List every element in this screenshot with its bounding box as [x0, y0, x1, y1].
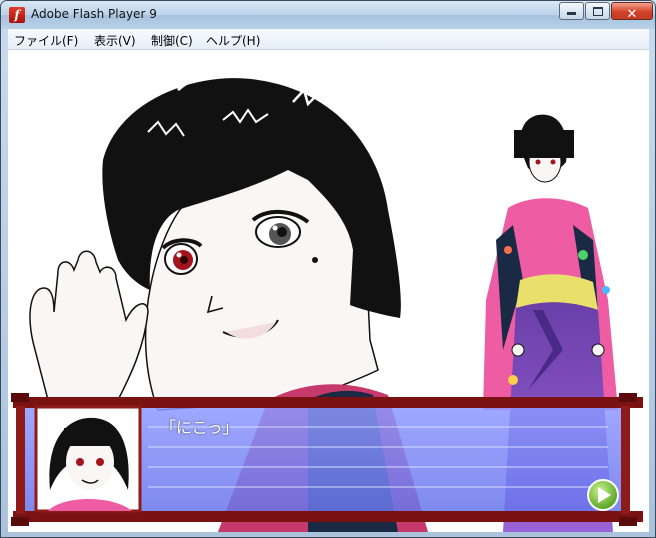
- menu-help[interactable]: ヘルプ(H): [206, 32, 260, 49]
- close-icon: ✕: [626, 7, 638, 22]
- flash-player-icon: f: [9, 7, 25, 23]
- flash-player-window: f Adobe Flash Player 9 ✕ ファイル(F) 表示(V) 制…: [0, 0, 656, 538]
- flash-stage[interactable]: 「にこっ」: [8, 50, 649, 532]
- maximize-icon: [592, 7, 603, 16]
- menu-view[interactable]: 表示(V): [94, 32, 136, 49]
- message-window[interactable]: [11, 393, 643, 526]
- minimize-icon: [567, 12, 576, 15]
- menu-bar: ファイル(F) 表示(V) 制御(C) ヘルプ(H): [8, 29, 649, 50]
- menu-file[interactable]: ファイル(F): [14, 32, 78, 49]
- visual-novel-scene: [11, 68, 643, 532]
- dialog-text: 「にこっ」: [160, 418, 239, 437]
- speaker-portrait: [34, 405, 142, 513]
- title-bar[interactable]: f Adobe Flash Player 9 ✕: [1, 1, 655, 29]
- maximize-button[interactable]: [585, 2, 610, 20]
- window-title: Adobe Flash Player 9: [31, 7, 157, 21]
- next-button[interactable]: [587, 479, 619, 511]
- menu-control[interactable]: 制御(C): [151, 32, 193, 49]
- close-button[interactable]: ✕: [611, 2, 653, 22]
- minimize-button[interactable]: [559, 2, 584, 20]
